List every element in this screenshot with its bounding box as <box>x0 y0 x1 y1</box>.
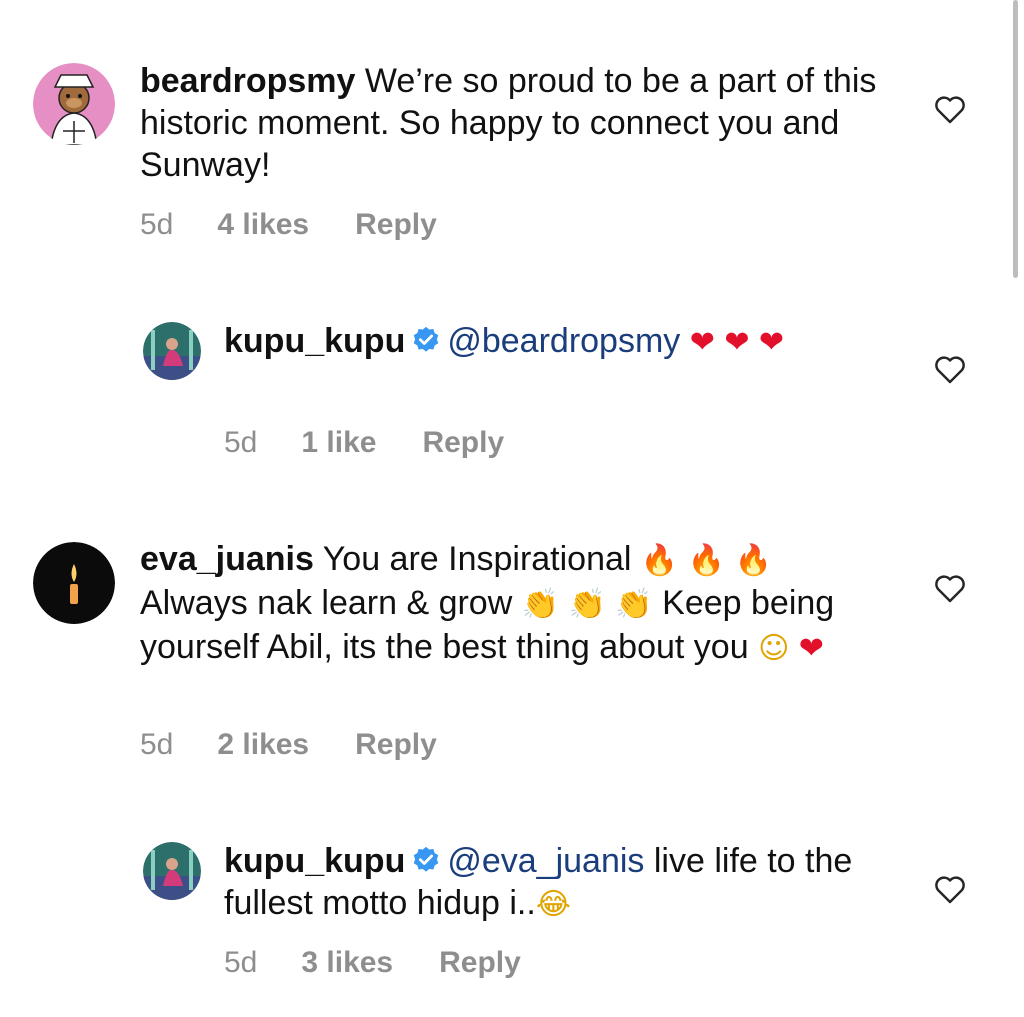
fire-emoji: 🔥 <box>734 543 772 578</box>
timestamp: 5d <box>224 946 258 979</box>
comment-text: kupu_kupu @eva_juanis live life to the fu… <box>224 840 874 926</box>
heart-outline-icon[interactable] <box>933 354 967 384</box>
comment-meta: 5d 1 like Reply <box>224 426 504 460</box>
heart-outline-icon[interactable] <box>933 874 967 904</box>
heart-emoji: ❤ <box>689 325 715 360</box>
smile-emoji: ☺ <box>758 631 790 666</box>
reply-button[interactable]: Reply <box>355 208 437 242</box>
fire-emoji: 🔥 <box>640 543 679 578</box>
heart-emoji: ❤ <box>798 631 824 666</box>
comment-body: You are Inspirational <box>313 540 632 578</box>
clap-emoji: 👏 <box>615 587 653 622</box>
avatar-kupu-kupu[interactable] <box>143 842 201 900</box>
mention-link[interactable]: @eva_juanis <box>447 842 644 880</box>
comment-meta: 5d 2 likes Reply <box>140 728 437 762</box>
comment-body: Always nak learn & grow <box>140 584 513 622</box>
heart-outline-icon[interactable] <box>933 573 967 603</box>
likes-count[interactable]: 4 likes <box>217 208 309 242</box>
reply-button[interactable]: Reply <box>439 946 521 980</box>
verified-badge-icon <box>414 326 439 352</box>
username[interactable]: kupu_kupu <box>224 842 405 880</box>
comment-text: beardropsmy We’re so proud to be a part … <box>140 60 880 186</box>
avatar-kupu-kupu[interactable] <box>143 322 201 380</box>
comment-text: eva_juanis You are Inspirational 🔥 🔥 🔥 A… <box>140 538 900 670</box>
heart-emoji: ❤ <box>758 325 785 360</box>
clap-emoji: 👏 <box>568 587 606 622</box>
avatar-beardropsmy[interactable] <box>33 63 115 145</box>
heart-outline-icon[interactable] <box>933 94 967 124</box>
likes-count[interactable]: 3 likes <box>301 946 393 980</box>
comment-text: kupu_kupu @beardropsmy ❤ ❤ ❤ <box>224 320 864 364</box>
username[interactable]: kupu_kupu <box>224 322 405 360</box>
scrollbar[interactable] <box>1013 0 1018 278</box>
timestamp: 5d <box>140 208 174 241</box>
heart-emoji: ❤ <box>724 325 750 360</box>
timestamp: 5d <box>140 728 174 761</box>
username[interactable]: beardropsmy <box>140 62 355 100</box>
fire-emoji: 🔥 <box>687 543 726 578</box>
username[interactable]: eva_juanis <box>140 540 314 578</box>
verified-badge-icon <box>414 846 439 872</box>
avatar-eva-juanis[interactable] <box>33 542 115 624</box>
timestamp: 5d <box>224 426 258 459</box>
mention-link[interactable]: @beardropsmy <box>447 322 680 360</box>
reply-button[interactable]: Reply <box>422 426 504 460</box>
comment-meta: 5d 4 likes Reply <box>140 208 437 242</box>
comment-meta: 5d 3 likes Reply <box>224 946 521 980</box>
reply-button[interactable]: Reply <box>355 728 437 762</box>
likes-count[interactable]: 1 like <box>301 426 376 460</box>
laughing-emoji: 😂 <box>535 887 571 922</box>
clap-emoji: 👏 <box>521 587 560 622</box>
likes-count[interactable]: 2 likes <box>217 728 309 762</box>
